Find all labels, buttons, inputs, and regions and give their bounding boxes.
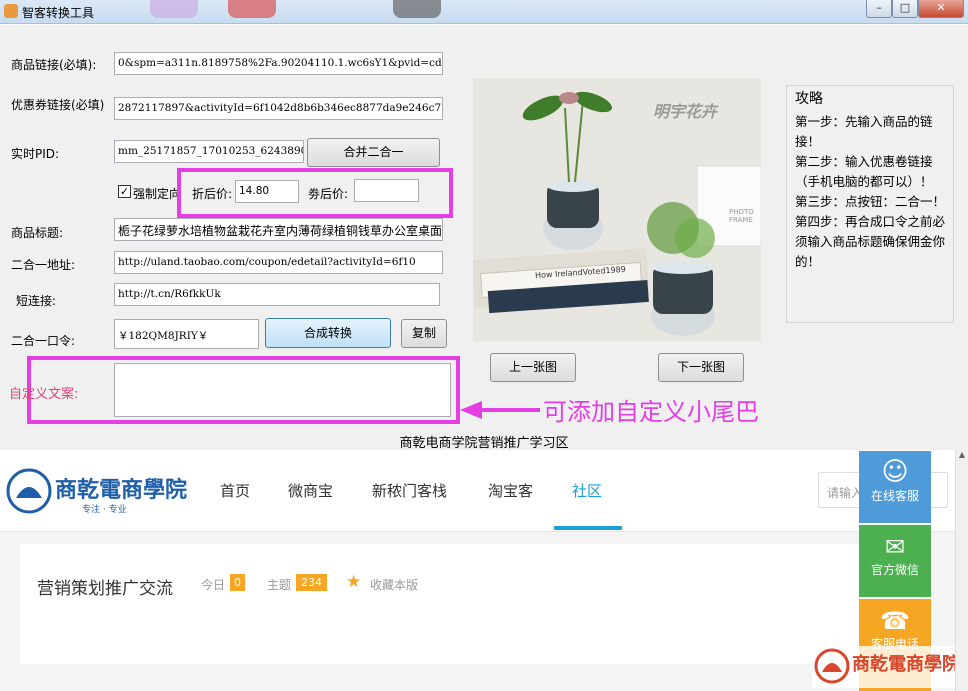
topic-count-badge: 234 xyxy=(296,574,327,591)
custom-text-label: 自定义文案: xyxy=(9,387,79,402)
guide-title: 攻略 xyxy=(795,91,823,107)
product-title-input[interactable]: 栀子花绿萝水培植物盆栽花卉室内薄荷绿植铜钱草办公室桌面 xyxy=(114,218,443,241)
discount-price-label: 折后价: xyxy=(192,187,233,201)
watermark-logo: 商乾電商學院 xyxy=(812,646,962,688)
nav-active-indicator xyxy=(554,526,622,530)
nav-home[interactable]: 首页 xyxy=(220,480,250,501)
combined-code-label: 二合一口令: xyxy=(11,334,76,348)
short-link-input[interactable]: http://t.cn/R6fkkUk xyxy=(114,283,440,306)
short-link-label: 短连接: xyxy=(16,294,57,308)
minimize-button[interactable]: – xyxy=(866,0,892,18)
wechat-label: 官方微信 xyxy=(870,563,919,577)
coupon-link-label: 优惠券链接(必填) xyxy=(11,98,105,112)
discount-price-input[interactable]: 14.80 xyxy=(235,180,299,203)
maximize-button[interactable]: □ xyxy=(892,0,918,18)
combined-code-input[interactable]: ￥182QM8JRIY￥ xyxy=(114,319,259,349)
guide-step: 第一步：先输入商品的链接！ xyxy=(795,114,933,149)
product-link-label: 商品链接(必填): xyxy=(11,58,97,72)
combined-url-label: 二合一地址: xyxy=(11,258,76,272)
qq-icon: ☺ xyxy=(881,457,909,487)
pid-input[interactable]: mm_25171857_17010253_62438905 xyxy=(114,140,304,163)
close-button[interactable]: ✕ xyxy=(918,0,964,18)
watermark-logo-icon xyxy=(814,648,850,684)
product-title-label: 商品标题: xyxy=(11,226,64,240)
nav-community[interactable]: 社区 xyxy=(572,480,602,501)
photo-watermark: 明宇花卉 xyxy=(653,102,718,121)
combined-url-input[interactable]: http://uland.taobao.com/coupon/edetail?a… xyxy=(114,251,443,274)
site-nav: 商乾電商學院 专注 · 专业 首页 微商宝 新秾门客栈 淘宝客 社区 请输入搜索… xyxy=(0,450,955,532)
forum-title: 营销策划推广交流 xyxy=(37,579,173,599)
product-image: 明宇花卉 How IrelandVoted1989 PHOTO FRAME xyxy=(473,78,761,341)
wechat-icon: ✉ xyxy=(884,533,906,561)
guide-step: 第三步：点按钮：二合一！ xyxy=(795,194,946,209)
convert-button[interactable]: 合成转换 xyxy=(265,318,391,348)
site-slogan: 专注 · 专业 xyxy=(82,505,127,515)
scrollbar[interactable]: ▲ xyxy=(955,450,968,691)
force-checkbox[interactable]: ✓ xyxy=(118,185,131,198)
logo-icon xyxy=(6,468,52,514)
pid-label: 实时PID: xyxy=(11,147,60,161)
phone-icon: ☎ xyxy=(880,607,910,635)
coupon-price-input[interactable] xyxy=(354,179,419,202)
frame-text: PHOTO FRAME xyxy=(729,208,754,224)
banner-text: 商乾电商学院营销推广学习区 xyxy=(399,436,569,451)
coupon-link-input[interactable]: 2872117897&activityId=6f1042d8b6b346ec88… xyxy=(114,97,443,120)
site-logo-text: 商乾電商學院 xyxy=(55,478,188,503)
custom-text-input[interactable] xyxy=(114,363,451,417)
forum-card xyxy=(20,544,920,664)
product-link-input[interactable]: 0&spm=a311n.8189758%2Fa.90204110.1.wc6sY… xyxy=(114,52,443,75)
wechat-button[interactable]: ✉ 官方微信 xyxy=(859,525,931,597)
background-app-thumb xyxy=(228,0,276,18)
arrow-icon xyxy=(460,401,540,419)
nav-taobaoke[interactable]: 淘宝客 xyxy=(488,480,533,501)
online-service-button[interactable]: ☺ 在线客服 xyxy=(859,451,931,523)
plant-illustration-icon xyxy=(473,78,761,341)
nav-inn[interactable]: 新秾门客栈 xyxy=(372,480,447,501)
watermark-logo-text: 商乾電商學院 xyxy=(852,654,960,675)
star-icon[interactable]: ★ xyxy=(346,572,361,592)
guide-panel: 攻略 第一步：先输入商品的链接！ 第二步：输入优惠卷链接（手机电脑的都可以）！ … xyxy=(786,85,954,323)
guide-step: 第二步：输入优惠卷链接（手机电脑的都可以）！ xyxy=(795,154,933,189)
today-count-badge: 0 xyxy=(230,574,245,591)
annotation-text: 可添加自定义小尾巴 xyxy=(543,398,759,426)
background-app-thumb xyxy=(393,0,441,18)
app-icon xyxy=(4,4,18,18)
coupon-price-label: 劵后价: xyxy=(308,187,349,201)
prev-image-button[interactable]: 上一张图 xyxy=(490,353,576,382)
today-label: 今日 xyxy=(201,578,226,592)
window-title: 智客转换工具 xyxy=(22,6,95,20)
force-label: 强制定向 xyxy=(133,187,178,201)
merge-button[interactable]: 合并二合一 xyxy=(307,138,440,167)
topic-label: 主题 xyxy=(267,578,292,592)
title-bar: 智客转换工具 – □ ✕ xyxy=(0,0,968,24)
favorite-link[interactable]: 收藏本版 xyxy=(370,576,418,593)
guide-step: 第四步：再合成口令之前必须输入商品标题确保佣金你的！ xyxy=(795,214,946,269)
background-app-thumb xyxy=(150,0,198,18)
online-service-label: 在线客服 xyxy=(870,489,919,503)
nav-weishangbao[interactable]: 微商宝 xyxy=(288,480,333,501)
next-image-button[interactable]: 下一张图 xyxy=(658,353,744,382)
copy-button[interactable]: 复制 xyxy=(401,319,447,348)
